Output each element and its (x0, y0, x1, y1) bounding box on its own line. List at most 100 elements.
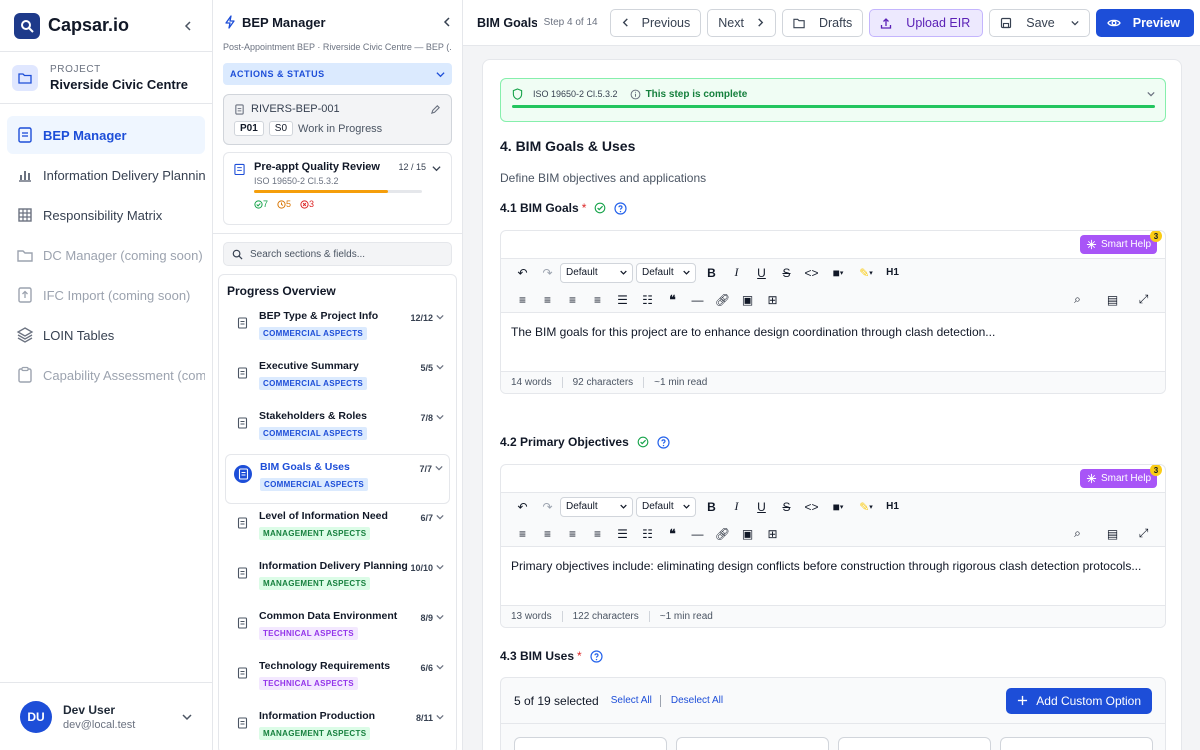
nav-item-dc-manager[interactable]: DC Manager (coming soon) (7, 236, 205, 274)
link-icon[interactable]: 🔗︎ (710, 523, 735, 545)
find-icon[interactable]: ⌕ (1065, 289, 1090, 311)
primary-objectives-text[interactable]: Primary objectives include: eliminating … (501, 547, 1165, 605)
quality-review-card[interactable]: Pre-appt Quality Review ISO 19650-2 Cl.5… (223, 152, 452, 225)
section-item[interactable]: BEP Type & Project Info COMMERCIAL ASPECT… (225, 304, 450, 354)
strikethrough-icon[interactable]: S (774, 262, 799, 284)
bim-goals-text[interactable]: The BIM goals for this project are to en… (501, 313, 1165, 371)
edit-pencil-icon[interactable] (430, 104, 441, 115)
smart-help-button[interactable]: Smart Help 3 (1079, 465, 1162, 488)
table-icon[interactable]: ⊞ (760, 289, 785, 311)
align-left-icon[interactable]: ≡ (510, 523, 535, 545)
numbered-list-icon[interactable]: ☷ (635, 523, 660, 545)
bim-use-option[interactable] (838, 737, 991, 750)
nav-item-ifc-import[interactable]: IFC Import (coming soon) (7, 276, 205, 314)
smart-help-button[interactable]: Smart Help 3 (1079, 231, 1162, 254)
section-item[interactable]: Information Production MANAGEMENT ASPECTS… (225, 704, 450, 750)
bim-use-option[interactable] (1000, 737, 1153, 750)
quote-icon[interactable]: ❝ (660, 523, 685, 545)
align-right-icon[interactable]: ≡ (560, 523, 585, 545)
document-view-icon[interactable]: ▤ (1100, 523, 1125, 545)
nav-item-capability-assessment[interactable]: Capability Assessment (coming soon) (7, 356, 205, 394)
fullscreen-icon[interactable]: ⤢ (1131, 523, 1156, 545)
undo-icon[interactable]: ↶ (510, 262, 535, 284)
bullet-list-icon[interactable]: ☰ (610, 289, 635, 311)
bim-use-option[interactable] (514, 737, 667, 750)
highlight-icon[interactable]: ✎ ▾ (852, 496, 880, 518)
redo-icon[interactable]: ↷ (535, 496, 560, 518)
step-complete-banner[interactable]: ISO 19650-2 Cl.5.3.2 This step is comple… (500, 78, 1166, 122)
bim-use-option[interactable] (676, 737, 829, 750)
document-view-icon[interactable]: ▤ (1100, 289, 1125, 311)
align-justify-icon[interactable]: ≡ (585, 289, 610, 311)
nav-item-loin-tables[interactable]: LOIN Tables (7, 316, 205, 354)
highlight-icon[interactable]: ✎ ▾ (852, 262, 880, 284)
align-left-icon[interactable]: ≡ (510, 289, 535, 311)
underline-icon[interactable]: U (749, 262, 774, 284)
nav-item-information-delivery-planning[interactable]: Information Delivery Planning (7, 156, 205, 194)
section-search[interactable] (223, 242, 452, 266)
underline-icon[interactable]: U (749, 496, 774, 518)
table-icon[interactable]: ⊞ (760, 523, 785, 545)
left-sidebar: Capsar.io PROJECT Riverside Civic Centre… (0, 0, 213, 750)
section-item[interactable]: Level of Information Need MANAGEMENT ASPE… (225, 504, 450, 554)
previous-button[interactable]: Previous (609, 8, 702, 37)
section-item[interactable]: Stakeholders & Roles COMMERCIAL ASPECTS 7/… (225, 404, 450, 454)
user-menu[interactable]: DU Dev User dev@local.test (0, 682, 212, 750)
quote-icon[interactable]: ❝ (660, 289, 685, 311)
text-color-icon[interactable]: ■ ▾ (824, 262, 852, 284)
font-size-select[interactable]: Default (636, 262, 696, 283)
search-input[interactable] (250, 248, 440, 260)
numbered-list-icon[interactable]: ☷ (635, 289, 660, 311)
fullscreen-icon[interactable]: ⤢ (1131, 289, 1156, 311)
heading-icon[interactable]: H1 (880, 496, 905, 518)
section-item[interactable]: Executive Summary COMMERCIAL ASPECTS 5/5 (225, 354, 450, 404)
image-icon[interactable]: ▣ (735, 523, 760, 545)
preview-button[interactable]: Preview (1095, 8, 1194, 37)
font-family-select[interactable]: Default (560, 496, 633, 517)
align-justify-icon[interactable]: ≡ (585, 523, 610, 545)
link-icon[interactable]: 🔗︎ (710, 289, 735, 311)
bullet-list-icon[interactable]: ☰ (610, 523, 635, 545)
nav-item-bep-manager[interactable]: BEP Manager (7, 116, 205, 154)
italic-icon[interactable]: I (724, 496, 749, 518)
help-icon[interactable] (657, 435, 670, 449)
font-family-select[interactable]: Default (560, 262, 633, 283)
save-button[interactable]: Save (989, 8, 1090, 37)
align-center-icon[interactable]: ≡ (535, 523, 560, 545)
align-right-icon[interactable]: ≡ (560, 289, 585, 311)
redo-icon[interactable]: ↷ (535, 262, 560, 284)
next-button[interactable]: Next (707, 8, 776, 37)
help-icon[interactable] (590, 649, 603, 663)
text-color-icon[interactable]: ■ ▾ (824, 496, 852, 518)
italic-icon[interactable]: I (724, 262, 749, 284)
bold-icon[interactable]: B (699, 262, 724, 284)
chevron-down-icon[interactable] (1071, 19, 1079, 27)
horizontal-rule-icon[interactable]: — (685, 289, 710, 311)
section-item[interactable]: Technology Requirements TECHNICAL ASPECTS… (225, 654, 450, 704)
deselect-all-link[interactable]: Deselect All (671, 695, 723, 706)
code-icon[interactable]: <> (799, 262, 824, 284)
select-all-link[interactable]: Select All (611, 695, 652, 706)
align-center-icon[interactable]: ≡ (535, 289, 560, 311)
actions-status-toggle[interactable]: ACTIONS & STATUS (223, 63, 452, 85)
section-item[interactable]: BIM Goals & Uses COMMERCIAL ASPECTS 7/7 (225, 454, 450, 504)
section-item[interactable]: Common Data Environment TECHNICAL ASPECTS… (225, 604, 450, 654)
image-icon[interactable]: ▣ (735, 289, 760, 311)
bold-icon[interactable]: B (699, 496, 724, 518)
help-icon[interactable] (614, 201, 627, 215)
add-custom-option-button[interactable]: Add Custom Option (1006, 687, 1152, 714)
drafts-button[interactable]: Drafts (781, 8, 864, 37)
upload-eir-button[interactable]: Upload EIR (869, 8, 984, 37)
strikethrough-icon[interactable]: S (774, 496, 799, 518)
horizontal-rule-icon[interactable]: — (685, 523, 710, 545)
project-selector[interactable]: PROJECT Riverside Civic Centre (0, 52, 212, 104)
nav-item-responsibility-matrix[interactable]: Responsibility Matrix (7, 196, 205, 234)
undo-icon[interactable]: ↶ (510, 496, 535, 518)
heading-icon[interactable]: H1 (880, 262, 905, 284)
font-size-select[interactable]: Default (636, 496, 696, 517)
code-icon[interactable]: <> (799, 496, 824, 518)
find-icon[interactable]: ⌕ (1065, 523, 1090, 545)
collapse-panel-icon[interactable] (442, 17, 452, 27)
section-item[interactable]: Information Delivery Planning MANAGEMENT … (225, 554, 450, 604)
collapse-sidebar-icon[interactable] (178, 16, 198, 36)
